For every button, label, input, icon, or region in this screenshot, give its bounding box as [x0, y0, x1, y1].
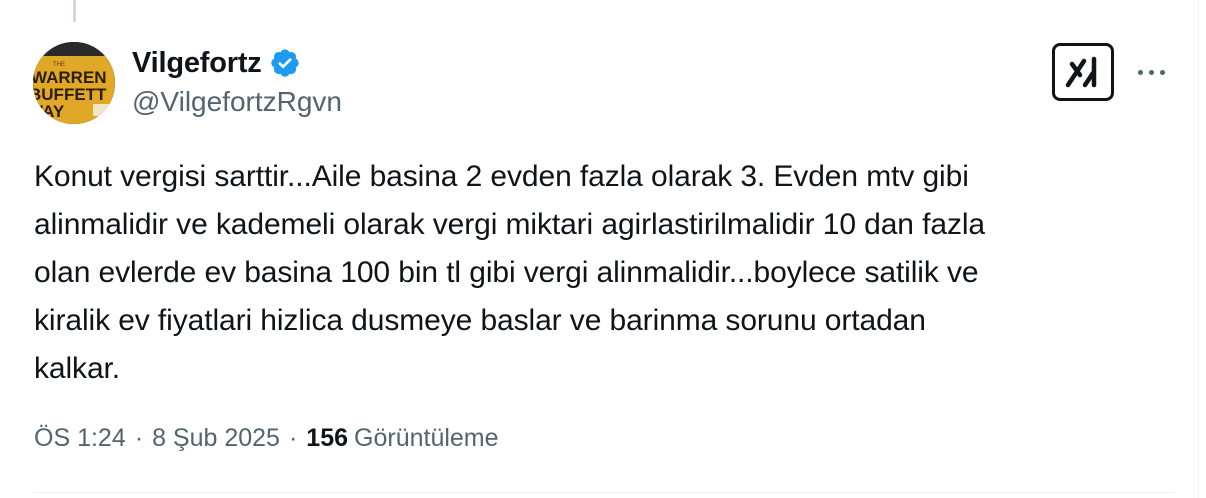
author-handle[interactable]: @VilgefortzRgvn — [132, 86, 342, 118]
tweet-text-line: alinmalidir ve kademeli olarak vergi mik… — [34, 208, 985, 241]
more-options-button[interactable] — [1129, 62, 1173, 82]
views-count[interactable]: 156 — [306, 424, 348, 453]
avatar-image: THE WARREN BUFFETT WAY — [33, 42, 115, 124]
tweet-metadata: ÖS 1:24 · 8 Şub 2025 · 156 Görüntüleme — [34, 424, 499, 453]
tweet-text-line: kiralik ev fiyatlari hizlica dusmeye bas… — [34, 304, 926, 337]
tweet-date[interactable]: 8 Şub 2025 — [152, 424, 280, 453]
grok-icon — [1065, 56, 1097, 88]
tweet-time[interactable]: ÖS 1:24 — [34, 424, 126, 453]
display-name[interactable]: Vilgefortz — [132, 47, 262, 80]
more-options-icon — [1137, 69, 1143, 75]
bottom-divider — [34, 492, 1174, 493]
avatar[interactable]: THE WARREN BUFFETT WAY — [33, 42, 115, 124]
tweet-text-line: Konut vergisi sarttir...Aile basina 2 ev… — [34, 160, 969, 193]
grok-button[interactable] — [1052, 43, 1114, 101]
tweet-text-line: olan evlerde ev basina 100 bin tl gibi v… — [34, 256, 979, 289]
tweet-text-line: kalkar. — [34, 352, 121, 385]
views-label[interactable]: Görüntüleme — [354, 424, 499, 453]
verified-badge-icon[interactable] — [269, 47, 301, 79]
column-divider — [1198, 0, 1199, 498]
meta-separator: · — [134, 424, 144, 452]
tweet-header: THE WARREN BUFFETT WAY Vilgefortz @Vilge… — [33, 42, 1173, 126]
tweet-text: Konut vergisi sarttir...Aile basina 2 ev… — [34, 153, 1174, 393]
meta-separator: · — [288, 424, 298, 452]
author-names: Vilgefortz @VilgefortzRgvn — [132, 44, 342, 118]
thread-connector-line — [73, 0, 76, 22]
avatar-book-word-3: WAY — [33, 102, 65, 121]
